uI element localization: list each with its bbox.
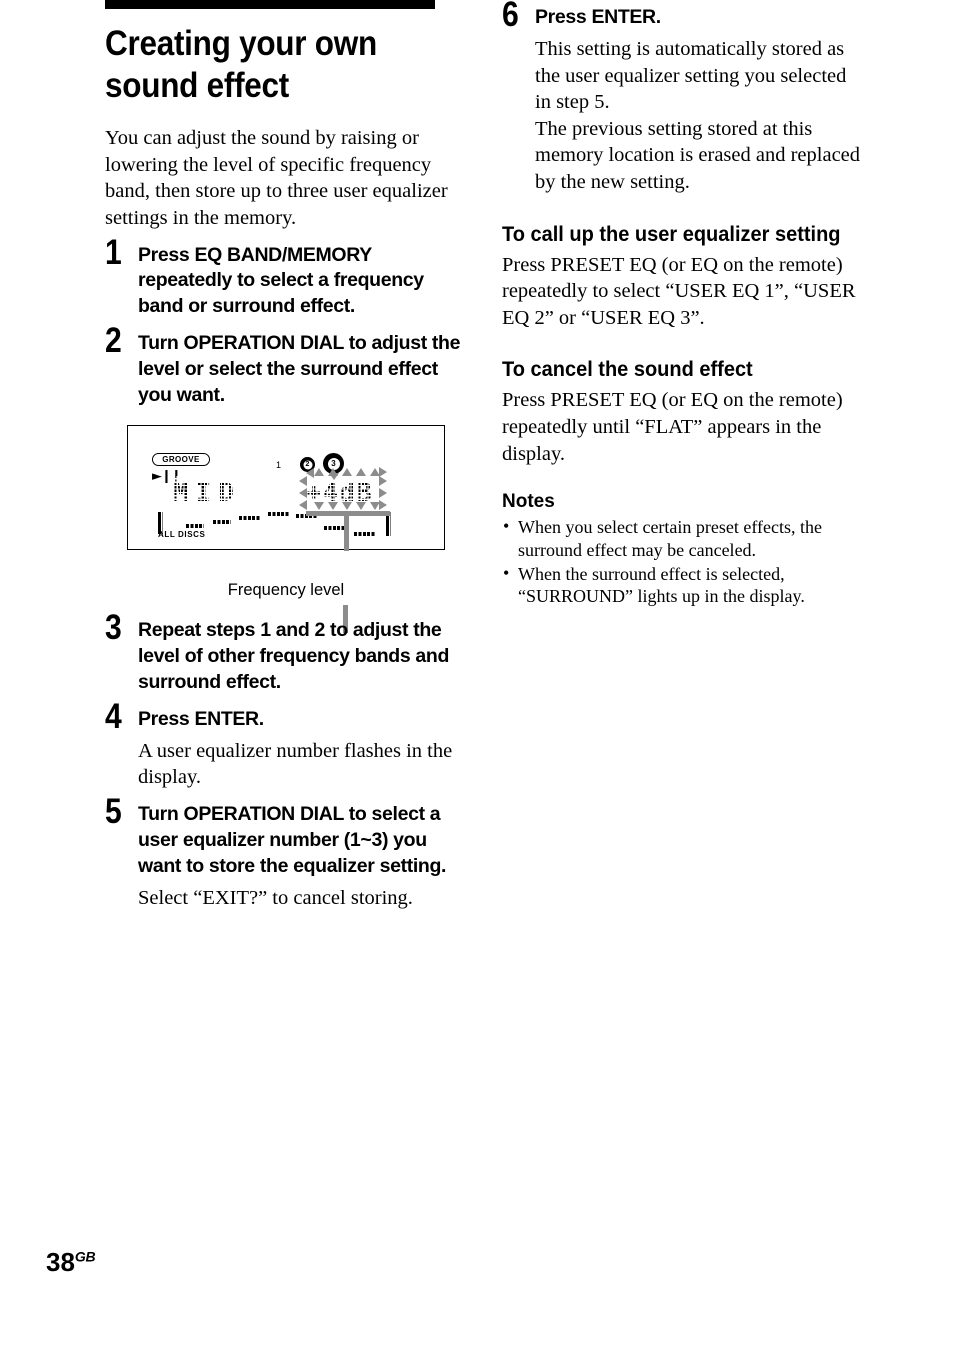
heading-call-up-user-eq: To call up the user equalizer setting [502, 221, 841, 246]
callout-arrow-down-1 [314, 502, 324, 511]
disc-pointer-icon [328, 473, 339, 481]
callout-arrow-left-2 [299, 488, 307, 499]
callout-arrow-right-4 [379, 467, 387, 478]
note-item-1: • When you select certain preset effects… [502, 516, 862, 561]
lcd-display-illustration: GROOVE ►❙❙ 1 2 3 MID +4dB ALL DISCS [127, 425, 445, 552]
note-item-1-text: When you select certain preset effects, … [518, 517, 823, 560]
note-item-2: • When the surround effect is selected, … [502, 563, 862, 608]
step-6-detail-2: The previous setting stored at this memo… [535, 117, 861, 194]
callout-arrow-down-4 [356, 502, 366, 511]
step-6-detail-1: This setting is automatically stored as … [535, 37, 847, 114]
lcd-bar-seg-5 [268, 512, 290, 517]
step-5-number: 5 [105, 792, 122, 832]
disc-icon-2: 2 [300, 457, 315, 473]
bullet-icon: • [503, 562, 510, 583]
lcd-bar-seg-7 [324, 526, 346, 531]
page-region-code: GB [74, 1248, 96, 1265]
display-figure: GROOVE ►❙❙ 1 2 3 MID +4dB ALL DISCS Freq… [127, 425, 463, 633]
callout-arrow-up-4 [356, 468, 366, 477]
step-4-number: 4 [105, 696, 122, 736]
lcd-bar-seg-8 [354, 532, 376, 537]
step-5: 5 Turn OPERATION DIAL to select a user e… [105, 794, 463, 911]
callout-arrow-right-3 [379, 500, 387, 511]
step-6-text: Press ENTER. [535, 6, 661, 28]
notes-heading: Notes [502, 491, 555, 513]
step-3: 3 Repeat steps 1 and 2 to adjust the lev… [105, 610, 463, 696]
step-4: 4 Press ENTER. A user equalizer number f… [105, 699, 463, 791]
body-call-up-user-eq: Press PRESET EQ (or EQ on the remote) re… [502, 253, 856, 329]
callout-arrow-down-3 [342, 502, 352, 511]
step-2-number: 2 [105, 321, 122, 361]
callout-arrow-right-1 [379, 476, 387, 487]
heading-cancel-sound-effect: To cancel the sound effect [502, 357, 753, 382]
step-6-number: 6 [502, 0, 519, 34]
figure-caption: Frequency level [227, 581, 345, 600]
callout-arrow-left-3 [299, 500, 307, 511]
step-4-detail: A user equalizer number flashes in the d… [138, 739, 453, 789]
callout-stem-inner [344, 511, 349, 552]
bullet-icon: • [503, 516, 510, 537]
disc-icon-3: 3 [323, 453, 344, 481]
step-1: 1 Press EQ BAND/MEMORY repeatedly to sel… [105, 235, 463, 321]
step-6: 6 Press ENTER. This setting is automatic… [502, 0, 862, 196]
step-2: 2 Turn OPERATION DIAL to adjust the leve… [105, 323, 463, 409]
title-rule [105, 0, 435, 9]
page-folio: 38GB [46, 1247, 96, 1277]
groove-indicator: GROOVE [152, 453, 210, 467]
page-title: Creating your own sound effect [105, 24, 377, 105]
lcd-bar-seg-2 [186, 524, 204, 529]
intro-paragraph: You can adjust the sound by raising or l… [105, 127, 448, 229]
step-4-text: Press ENTER. [138, 707, 264, 730]
step-5-text: Turn OPERATION DIAL to select a user equ… [138, 803, 447, 877]
disc-icon-2-number: 2 [305, 461, 310, 469]
page-number: 38 [46, 1247, 75, 1277]
body-cancel-sound-effect: Press PRESET EQ (or EQ on the remote) re… [502, 389, 843, 465]
all-discs-indicator: ALL DISCS [158, 530, 206, 540]
disc-icon-3-number: 3 [331, 459, 336, 469]
callout-arrow-right-2 [379, 488, 387, 499]
lcd-bar-seg-3 [213, 520, 231, 525]
note-item-2-text: When the surround effect is selected, “S… [518, 563, 805, 607]
step-5-detail: Select “EXIT?” to cancel storing. [138, 886, 413, 909]
left-column: Creating your own sound effect You can a… [105, 0, 463, 911]
step-3-number: 3 [105, 608, 122, 648]
step-1-text: Press EQ BAND/MEMORY repeatedly to selec… [138, 243, 424, 318]
callout-arrow-down-2 [328, 502, 338, 511]
step-2-text: Turn OPERATION DIAL to adjust the level … [138, 332, 461, 407]
lcd-band-text: MID [173, 478, 241, 509]
lcd-bar-seg-4 [239, 516, 261, 521]
step-1-number: 1 [105, 232, 122, 272]
disc-number-1-label: 1 [276, 460, 282, 471]
step-3-text: Repeat steps 1 and 2 to adjust the level… [138, 619, 450, 693]
right-column: 6 Press ENTER. This setting is automatic… [502, 0, 862, 609]
